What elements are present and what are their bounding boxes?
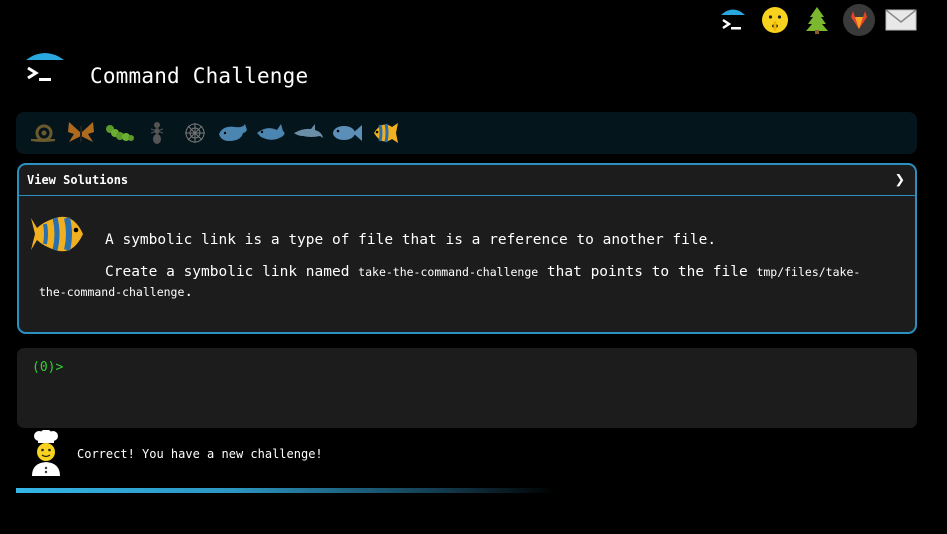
terminal-logo-icon xyxy=(26,53,64,81)
task-text-1: Create a symbolic link named xyxy=(105,264,359,280)
terminal-prompt: (0)> xyxy=(32,360,64,375)
fish-icon[interactable] xyxy=(330,116,364,150)
task-text-3: . xyxy=(184,284,194,300)
dolphin-icon[interactable] xyxy=(292,116,326,150)
shushing-face-icon[interactable] xyxy=(759,4,791,36)
whale-icon[interactable] xyxy=(216,116,250,150)
view-solutions-label: View Solutions xyxy=(27,173,129,187)
spider-web-icon[interactable] xyxy=(178,116,212,150)
page-title: Command Challenge xyxy=(90,64,309,88)
challenge-intro: A symbolic link is a type of file that i… xyxy=(105,232,717,248)
envelope-icon[interactable] xyxy=(885,4,917,36)
shark-icon[interactable] xyxy=(254,116,288,150)
terminal-logo-icon[interactable] xyxy=(717,4,749,36)
tropical-fish-icon[interactable] xyxy=(368,116,402,150)
challenge-card: View Solutions ❯ A symbolic link is a ty… xyxy=(17,163,917,334)
top-icon-bar xyxy=(717,4,917,36)
gitlab-fox-icon[interactable] xyxy=(843,4,875,36)
tropical-fish-icon xyxy=(31,216,83,252)
status-text: Correct! You have a new challenge! xyxy=(77,447,323,461)
brand-header: Command Challenge xyxy=(24,50,308,90)
link-name-code: take-the-command-challenge xyxy=(358,265,539,279)
progress-bar xyxy=(16,488,556,493)
evergreen-tree-icon[interactable] xyxy=(801,4,833,36)
level-selector xyxy=(16,112,917,154)
view-solutions-toggle[interactable]: View Solutions ❯ xyxy=(19,165,915,196)
task-text-2: that points to the file xyxy=(538,264,757,280)
snail-icon[interactable] xyxy=(26,116,60,150)
chevron-right-icon: ❯ xyxy=(894,170,905,190)
ant-icon[interactable] xyxy=(140,116,174,150)
terminal-input[interactable]: (0)> xyxy=(17,348,917,428)
status-message: Correct! You have a new challenge! xyxy=(30,430,323,476)
chef-avatar-icon xyxy=(32,430,60,476)
caterpillar-icon[interactable] xyxy=(102,116,136,150)
butterfly-icon[interactable] xyxy=(64,116,98,150)
challenge-task: Create a symbolic link named take-the-co… xyxy=(39,262,885,302)
